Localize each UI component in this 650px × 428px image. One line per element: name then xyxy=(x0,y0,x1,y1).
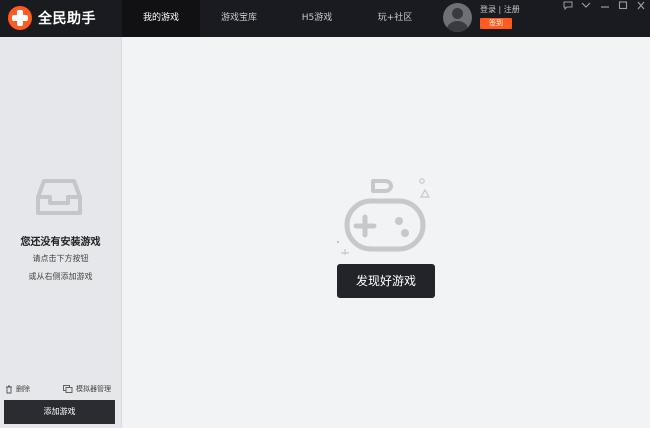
close-icon[interactable] xyxy=(634,1,648,13)
empty-inbox-icon xyxy=(36,179,82,215)
sidebar: 您还没有安装游戏 请点击下方按钮 或从右侧添加游戏 删除 模拟器管理 添加游戏 xyxy=(0,37,122,428)
tab-my-games[interactable]: 我的游戏 xyxy=(122,0,200,37)
delete-button[interactable]: 删除 xyxy=(5,383,30,395)
chat-icon[interactable] xyxy=(561,1,575,13)
trash-icon xyxy=(6,385,12,393)
tab-game-library[interactable]: 游戏宝库 xyxy=(200,0,278,37)
main-content: 发现好游戏 xyxy=(122,37,650,428)
delete-label: 删除 xyxy=(16,385,30,393)
empty-state-hint-secondary: 或从右侧添加游戏 xyxy=(28,272,93,281)
add-game-button[interactable]: 添加游戏 xyxy=(4,400,115,424)
logo-cross-icon xyxy=(8,6,32,30)
logo-text: 全民助手 xyxy=(38,11,96,27)
tab-community[interactable]: 玩+社区 xyxy=(356,0,434,37)
discover-games-button[interactable]: 发现好游戏 xyxy=(337,264,435,298)
emulator-icon xyxy=(63,385,73,393)
minimize-icon[interactable] xyxy=(598,1,612,13)
chevron-down-icon[interactable] xyxy=(579,1,593,13)
maximize-icon[interactable] xyxy=(616,1,630,13)
gamepad-icon xyxy=(336,178,431,255)
emulator-label: 模拟器管理 xyxy=(76,385,111,393)
emulator-manager-button[interactable]: 模拟器管理 xyxy=(63,383,111,395)
login-register-link[interactable]: 登录 | 注册 xyxy=(480,4,520,15)
signin-button[interactable]: 签到 xyxy=(480,18,512,29)
user-avatar[interactable] xyxy=(443,3,472,32)
tab-h5-games[interactable]: H5游戏 xyxy=(278,0,356,37)
top-bar: 全民助手 我的游戏 游戏宝库 H5游戏 玩+社区 登录 | 注册 签到 xyxy=(0,0,650,37)
empty-state-title: 您还没有安装游戏 xyxy=(20,237,101,248)
empty-state-hint: 请点击下方按钮 xyxy=(32,254,89,263)
app-logo[interactable]: 全民助手 xyxy=(8,6,118,30)
